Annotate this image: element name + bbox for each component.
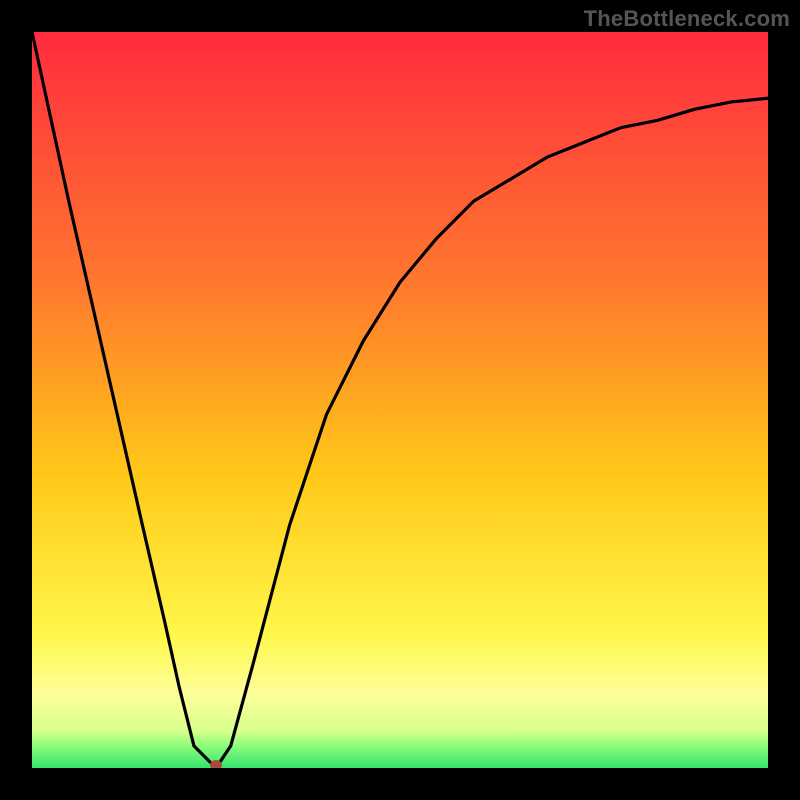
chart-svg [32,32,768,768]
chart-plot-area [32,32,768,768]
watermark-text: TheBottleneck.com [584,6,790,32]
chart-frame: TheBottleneck.com [0,0,800,800]
chart-gradient-bg [32,32,768,768]
